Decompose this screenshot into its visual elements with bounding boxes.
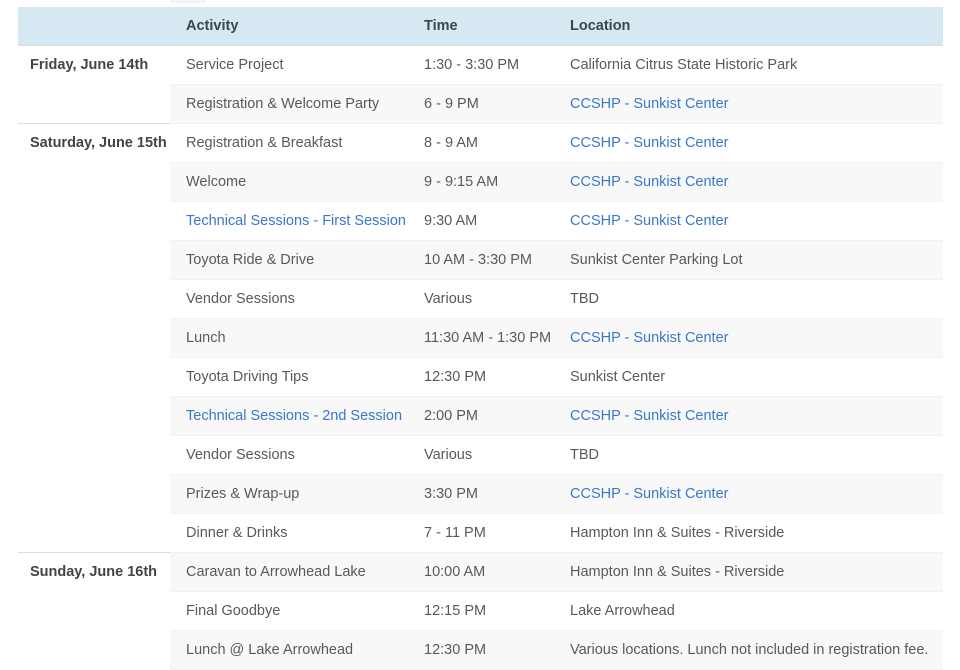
location-link[interactable]: CCSHP - Sunkist Center: [570, 486, 728, 502]
location-link[interactable]: CCSHP - Sunkist Center: [570, 174, 728, 190]
top-edge-artifact: [170, 0, 206, 3]
table-row: Friday, June 14th Service Project 1:30 - 3…: [18, 45, 943, 124]
cell-activity[interactable]: Technical Sessions - 2nd Session: [170, 396, 408, 436]
cell-activity: Registration & Welcome Party: [170, 84, 408, 124]
header-row: Activity Time Location: [18, 7, 943, 46]
schedule-container: Activity Time Location Friday, June 14th…: [18, 7, 943, 670]
cell-time: Various: [408, 279, 554, 319]
cell-time: 7 - 11 PM: [408, 513, 554, 553]
cell-activity: Welcome: [170, 162, 408, 202]
activity-link[interactable]: Technical Sessions - First Session: [186, 213, 406, 229]
cell-location[interactable]: CCSHP - Sunkist Center: [554, 396, 943, 436]
location-link[interactable]: CCSHP - Sunkist Center: [570, 408, 728, 424]
location-link[interactable]: CCSHP - Sunkist Center: [570, 213, 728, 229]
cell-time: 12:30 PM: [408, 357, 554, 397]
cell-activity: Registration & Breakfast: [170, 123, 408, 163]
cell-location: Hampton Inn & Suites - Riverside: [554, 513, 943, 553]
cell-time: 2:00 PM: [408, 396, 554, 436]
cell-location: California Citrus State Historic Park: [554, 45, 943, 85]
cell-location: Sunkist Center: [554, 357, 943, 397]
cell-location: Sunkist Center Parking Lot: [554, 240, 943, 280]
cell-time: 10:00 AM: [408, 552, 554, 592]
date-group-label: Sunday, June 16th: [18, 552, 170, 670]
cell-activity: Service Project: [170, 45, 408, 85]
cell-time: 8 - 9 AM: [408, 123, 554, 163]
cell-location: Hampton Inn & Suites - Riverside: [554, 552, 943, 592]
column-header-location: Location: [554, 7, 943, 46]
activity-link[interactable]: Technical Sessions - 2nd Session: [186, 408, 402, 424]
cell-time: 9:30 AM: [408, 201, 554, 241]
cell-activity: Vendor Sessions: [170, 279, 408, 319]
cell-activity: Prizes & Wrap-up: [170, 474, 408, 514]
cell-time: 9 - 9:15 AM: [408, 162, 554, 202]
cell-time: Various: [408, 435, 554, 475]
cell-location: TBD: [554, 279, 943, 319]
date-group-label: Friday, June 14th: [18, 45, 170, 124]
cell-time: 6 - 9 PM: [408, 84, 554, 124]
cell-location[interactable]: CCSHP - Sunkist Center: [554, 84, 943, 124]
cell-activity: Toyota Ride & Drive: [170, 240, 408, 280]
table-header: Activity Time Location: [18, 7, 943, 46]
cell-time: 11:30 AM - 1:30 PM: [408, 318, 554, 358]
cell-time: 10 AM - 3:30 PM: [408, 240, 554, 280]
cell-activity[interactable]: Technical Sessions - First Session: [170, 201, 408, 241]
cell-activity: Lunch @ Lake Arrowhead: [170, 630, 408, 670]
location-link[interactable]: CCSHP - Sunkist Center: [570, 135, 728, 151]
cell-activity: Lunch: [170, 318, 408, 358]
cell-location: TBD: [554, 435, 943, 475]
column-header-time: Time: [408, 7, 554, 46]
column-header-activity: Activity: [170, 7, 408, 46]
cell-location: Various locations. Lunch not included in…: [554, 630, 943, 670]
cell-time: 3:30 PM: [408, 474, 554, 514]
cell-activity: Dinner & Drinks: [170, 513, 408, 553]
cell-time: 1:30 - 3:30 PM: [408, 45, 554, 85]
location-link[interactable]: CCSHP - Sunkist Center: [570, 96, 728, 112]
table-row: Sunday, June 16th Caravan to Arrowhead La…: [18, 552, 943, 670]
cell-location[interactable]: CCSHP - Sunkist Center: [554, 474, 943, 514]
location-link[interactable]: CCSHP - Sunkist Center: [570, 330, 728, 346]
cell-time: 12:30 PM: [408, 630, 554, 670]
cell-time: 12:15 PM: [408, 591, 554, 631]
cell-location[interactable]: CCSHP - Sunkist Center: [554, 162, 943, 202]
table-row: Saturday, June 15th Registration & Breakf…: [18, 123, 943, 553]
date-group-label: Saturday, June 15th: [18, 123, 170, 553]
cell-location[interactable]: CCSHP - Sunkist Center: [554, 318, 943, 358]
event-schedule-table: Activity Time Location Friday, June 14th…: [18, 7, 943, 670]
cell-activity: Caravan to Arrowhead Lake: [170, 552, 408, 592]
cell-activity: Toyota Driving Tips: [170, 357, 408, 397]
cell-location: Lake Arrowhead: [554, 591, 943, 631]
column-header-date: [18, 7, 170, 46]
cell-activity: Final Goodbye: [170, 591, 408, 631]
cell-activity: Vendor Sessions: [170, 435, 408, 475]
table-body: Friday, June 14th Service Project 1:30 - 3…: [18, 45, 943, 670]
cell-location[interactable]: CCSHP - Sunkist Center: [554, 201, 943, 241]
cell-location[interactable]: CCSHP - Sunkist Center: [554, 123, 943, 163]
